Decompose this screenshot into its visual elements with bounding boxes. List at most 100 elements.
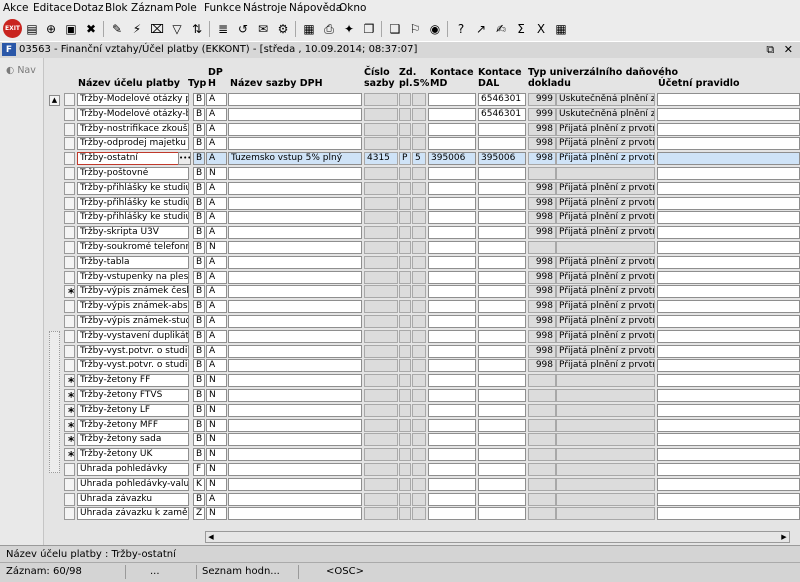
cell-dok[interactable] xyxy=(556,463,655,476)
cell-dph[interactable]: A xyxy=(206,93,227,106)
cell-dok[interactable]: Přijatá plnění z prvotních xyxy=(556,211,655,225)
cell-pct[interactable] xyxy=(412,241,426,254)
cell-name[interactable]: Úhrada závazku xyxy=(77,492,189,506)
cell-dal[interactable] xyxy=(478,300,526,314)
cell-dok[interactable]: Přijatá plnění z prvotních xyxy=(556,344,655,358)
cell-typ[interactable]: B xyxy=(193,433,205,447)
cell-cislo[interactable] xyxy=(364,93,398,106)
cell-uct[interactable] xyxy=(657,433,800,447)
cell-dph[interactable]: A xyxy=(206,107,227,121)
cell-name[interactable]: Úhrada pohledávky xyxy=(77,463,189,476)
row-selector[interactable] xyxy=(64,122,75,136)
cell-uct[interactable] xyxy=(657,107,800,121)
cell-dal[interactable] xyxy=(478,167,526,180)
cell-pct[interactable] xyxy=(412,507,426,521)
cell-dph[interactable]: N xyxy=(206,389,227,402)
cell-pct[interactable] xyxy=(412,137,426,151)
cell-md[interactable] xyxy=(428,329,476,343)
save-button[interactable]: ▤ xyxy=(23,20,41,38)
cell-cislo[interactable] xyxy=(364,315,398,328)
cell-zd[interactable] xyxy=(399,418,411,432)
cell-dal[interactable] xyxy=(478,226,526,240)
cell-name[interactable]: Tržby-tabla xyxy=(77,255,189,269)
cell-uct[interactable] xyxy=(657,344,800,358)
cell-typ[interactable]: B xyxy=(193,285,205,299)
cell-dal[interactable]: 395006 xyxy=(478,152,526,166)
report-button[interactable]: ▦ xyxy=(300,20,318,38)
cell-pct[interactable] xyxy=(412,93,426,106)
cell-uct[interactable] xyxy=(657,270,800,284)
cell-uct[interactable] xyxy=(657,477,800,491)
cell-zd[interactable] xyxy=(399,122,411,136)
cell-md[interactable] xyxy=(428,107,476,121)
menu-item-1[interactable]: Editace xyxy=(33,2,72,14)
cell-dph[interactable]: A xyxy=(206,359,227,373)
cell-name[interactable]: Tržby-poštovné xyxy=(77,167,189,180)
row-selector[interactable] xyxy=(64,107,75,121)
row-selector[interactable] xyxy=(64,211,75,225)
cell-typ[interactable]: B xyxy=(193,315,205,328)
cell-md[interactable] xyxy=(428,344,476,358)
cell-dph[interactable]: N xyxy=(206,418,227,432)
cell-sazba[interactable] xyxy=(228,389,362,402)
cell-dok[interactable] xyxy=(556,477,655,491)
help-button[interactable]: ? xyxy=(452,20,470,38)
row-selector[interactable] xyxy=(64,300,75,314)
cell-dok[interactable]: Uskutečněná plnění z p xyxy=(556,93,655,106)
cell-dal[interactable] xyxy=(478,329,526,343)
cell-num[interactable]: 998 xyxy=(528,300,556,314)
cell-pct[interactable] xyxy=(412,107,426,121)
cell-typ[interactable]: B xyxy=(193,93,205,106)
cell-pct[interactable] xyxy=(412,477,426,491)
cell-dph[interactable]: N xyxy=(206,374,227,388)
scroll-left-button[interactable]: ◀ xyxy=(206,532,216,542)
cell-num[interactable]: 998 xyxy=(528,270,556,284)
cell-cislo[interactable] xyxy=(364,374,398,388)
cell-cislo[interactable] xyxy=(364,285,398,299)
cell-cislo[interactable] xyxy=(364,300,398,314)
cell-cislo[interactable] xyxy=(364,433,398,447)
cell-uct[interactable] xyxy=(657,196,800,210)
cell-dal[interactable] xyxy=(478,196,526,210)
exit-button[interactable]: EXIT xyxy=(3,19,22,38)
cell-num[interactable] xyxy=(528,433,556,447)
cell-uct[interactable] xyxy=(657,300,800,314)
cell-dok[interactable] xyxy=(556,167,655,180)
cell-md[interactable] xyxy=(428,374,476,388)
cell-pct[interactable] xyxy=(412,300,426,314)
row-selector[interactable] xyxy=(64,359,75,373)
cell-typ[interactable]: B xyxy=(193,403,205,417)
cell-num[interactable]: 998 xyxy=(528,329,556,343)
cell-pct[interactable] xyxy=(412,374,426,388)
row-selector[interactable] xyxy=(64,315,75,328)
scroll-up-button[interactable]: ▲ xyxy=(49,95,60,106)
cell-md[interactable] xyxy=(428,300,476,314)
cell-dph[interactable]: N xyxy=(206,448,227,462)
cell-md[interactable] xyxy=(428,389,476,402)
cell-md[interactable] xyxy=(428,93,476,106)
cell-uct[interactable] xyxy=(657,329,800,343)
row-selector[interactable] xyxy=(64,181,75,195)
cell-dph[interactable]: A xyxy=(206,122,227,136)
cell-cislo[interactable] xyxy=(364,389,398,402)
cell-typ[interactable]: B xyxy=(193,270,205,284)
sort-button[interactable]: ⇅ xyxy=(188,20,206,38)
cell-num[interactable]: 998 xyxy=(528,285,556,299)
row-selector[interactable] xyxy=(64,241,75,254)
cell-dal[interactable] xyxy=(478,241,526,254)
cell-sazba[interactable] xyxy=(228,255,362,269)
cell-cislo[interactable] xyxy=(364,403,398,417)
cell-name[interactable]: Tržby-žetony sada xyxy=(77,433,189,447)
row-selector[interactable] xyxy=(64,255,75,269)
cell-pct[interactable] xyxy=(412,122,426,136)
row-selector[interactable] xyxy=(64,329,75,343)
cell-typ[interactable]: B xyxy=(193,211,205,225)
cell-num[interactable]: 998 xyxy=(528,226,556,240)
cell-sazba[interactable] xyxy=(228,270,362,284)
cell-dok[interactable] xyxy=(556,492,655,506)
cell-num[interactable] xyxy=(528,241,556,254)
cell-typ[interactable]: B xyxy=(193,329,205,343)
cell-cislo[interactable] xyxy=(364,181,398,195)
cell-pct[interactable] xyxy=(412,433,426,447)
cell-zd[interactable] xyxy=(399,167,411,180)
